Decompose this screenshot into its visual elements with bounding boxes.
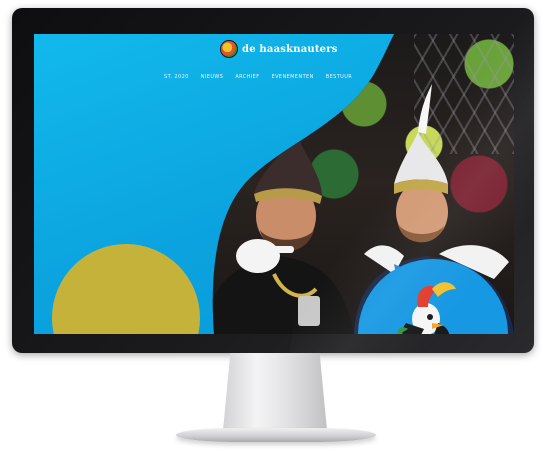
logo-text: de haasknauters (242, 43, 338, 55)
decorative-blue-circle (358, 259, 508, 334)
nav-item-bestuur[interactable]: BESTUUR (326, 74, 352, 80)
monitor-stand-base (176, 428, 376, 442)
mascot-icon (397, 282, 456, 334)
logo-mascot-icon (220, 40, 238, 58)
nav-item-evenementen[interactable]: EVENEMENTEN (272, 74, 314, 80)
main-navigation: ST. 2020 NIEUWS ARCHIEF EVENEMENTEN BEST… (164, 74, 352, 80)
monitor-bezel: de haasknauters ST. 2020 NIEUWS ARCHIEF … (12, 8, 534, 353)
nav-item-archief[interactable]: ARCHIEF (235, 74, 259, 80)
site-logo[interactable]: de haasknauters (220, 40, 338, 58)
nav-item-nieuws[interactable]: NIEUWS (201, 74, 224, 80)
nav-item-st-2020[interactable]: ST. 2020 (164, 74, 189, 80)
monitor-mockup: de haasknauters ST. 2020 NIEUWS ARCHIEF … (0, 0, 542, 452)
website-screen: de haasknauters ST. 2020 NIEUWS ARCHIEF … (34, 34, 514, 334)
monitor-stand-neck (222, 353, 328, 431)
